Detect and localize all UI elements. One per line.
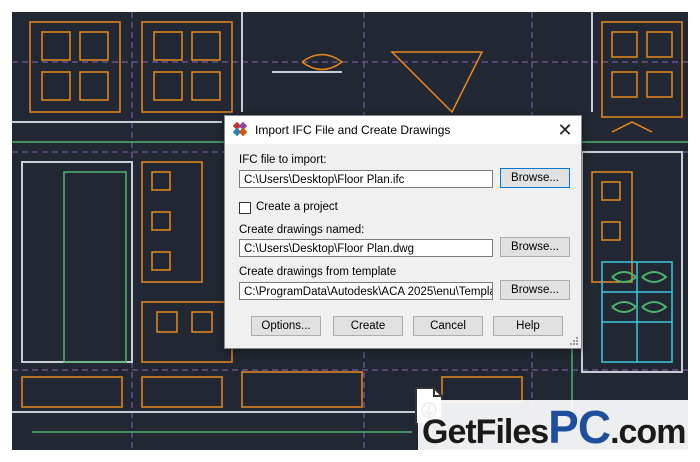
template-field[interactable]: C:\ProgramData\Autodesk\ACA 2025\enu\Tem…: [239, 282, 493, 300]
close-icon: ✕: [557, 119, 573, 140]
help-button[interactable]: Help: [493, 316, 563, 336]
create-button[interactable]: Create: [333, 316, 403, 336]
drawings-named-label: Create drawings named:: [239, 224, 365, 236]
watermark-pc: PC: [548, 401, 611, 450]
resize-grip-icon[interactable]: [569, 336, 579, 346]
browse-ifc-button[interactable]: Browse...: [500, 168, 570, 188]
watermark-main: GetFiles: [422, 413, 549, 450]
create-project-checkbox[interactable]: [239, 202, 251, 214]
import-ifc-dialog: Import IFC File and Create Drawings ✕ IF…: [224, 115, 582, 349]
browse-drawings-button[interactable]: Browse...: [500, 237, 570, 257]
dialog-titlebar[interactable]: Import IFC File and Create Drawings ✕: [225, 116, 581, 145]
watermark-logo: GetFilesPC.com: [412, 386, 688, 450]
drawings-named-field[interactable]: C:\Users\Desktop\Floor Plan.dwg: [239, 239, 493, 257]
autodesk-app-icon: [233, 122, 248, 137]
dialog-title: Import IFC File and Create Drawings: [255, 123, 451, 137]
create-project-label[interactable]: Create a project: [256, 201, 338, 213]
template-label: Create drawings from template: [239, 266, 397, 278]
browse-template-button[interactable]: Browse...: [500, 280, 570, 300]
ifc-file-label: IFC file to import:: [239, 154, 327, 166]
watermark-suffix: .com: [610, 413, 686, 450]
cancel-button[interactable]: Cancel: [413, 316, 483, 336]
ifc-file-field[interactable]: C:\Users\Desktop\Floor Plan.ifc: [239, 170, 493, 188]
options-button[interactable]: Options...: [251, 316, 321, 336]
watermark-text: GetFilesPC.com: [418, 400, 688, 450]
close-button[interactable]: ✕: [549, 116, 581, 144]
